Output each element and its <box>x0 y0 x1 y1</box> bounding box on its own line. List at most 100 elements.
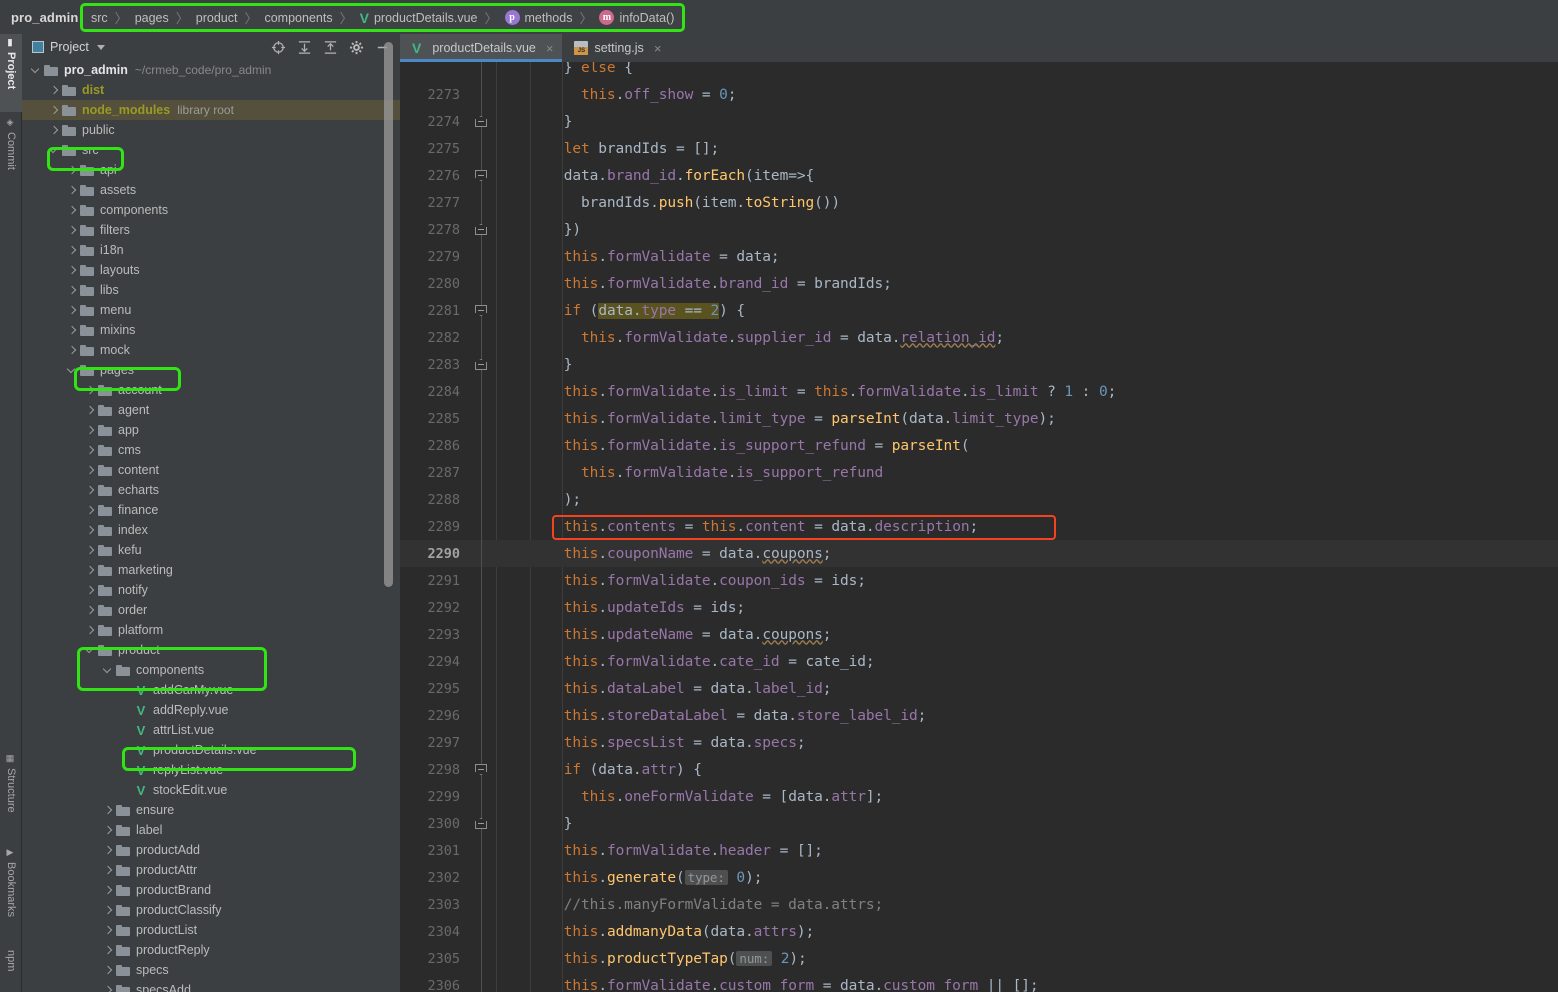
breadcrumb-item-product[interactable]: product <box>196 11 238 25</box>
chevron-down-icon[interactable] <box>96 44 105 50</box>
chevron-right-icon[interactable] <box>86 546 95 555</box>
chevron-right-icon[interactable] <box>50 86 59 95</box>
code-line[interactable]: 2277 brandIds.push(item.toString()) <box>400 189 1558 216</box>
chevron-right-icon[interactable] <box>86 386 95 395</box>
chevron-down-icon[interactable] <box>86 646 95 655</box>
gear-icon[interactable] <box>349 40 364 55</box>
code-line[interactable]: 2273 this.off_show = 0; <box>400 81 1558 108</box>
editor-gutter[interactable] <box>468 648 496 675</box>
code-editor[interactable]: } else {2273 this.off_show = 0; 2274 } 227… <box>400 62 1558 992</box>
tree-row[interactable]: marketing <box>22 560 400 580</box>
editor-gutter[interactable] <box>468 594 496 621</box>
editor-gutter[interactable] <box>468 621 496 648</box>
code-line[interactable]: 2296 this.storeDataLabel = data.store_la… <box>400 702 1558 729</box>
code-line[interactable]: 2276 data.brand_id.forEach(item=>{ <box>400 162 1558 189</box>
editor-gutter[interactable] <box>468 405 496 432</box>
chevron-right-icon[interactable] <box>86 586 95 595</box>
tree-row[interactable]: product <box>22 640 400 660</box>
chevron-right-icon[interactable] <box>68 166 77 175</box>
breadcrumb-item-infodata-[interactable]: m infoData() <box>599 10 674 25</box>
chevron-right-icon[interactable] <box>86 466 95 475</box>
tree-row[interactable]: productReply <box>22 940 400 960</box>
editor-gutter[interactable] <box>468 432 496 459</box>
chevron-right-icon[interactable] <box>104 966 113 975</box>
editor-gutter[interactable] <box>468 702 496 729</box>
tree-row[interactable]: label <box>22 820 400 840</box>
chevron-right-icon[interactable] <box>86 406 95 415</box>
editor-gutter[interactable] <box>468 81 496 108</box>
code-line[interactable]: 2289 this.contents = this.content = data… <box>400 513 1558 540</box>
code-line[interactable]: 2290 this.couponName = data.coupons; <box>400 540 1558 567</box>
code-line[interactable]: 2299 this.oneFormValidate = [data.attr]; <box>400 783 1558 810</box>
tree-row[interactable]: kefu <box>22 540 400 560</box>
code-line[interactable]: 2301 this.formValidate.header = []; <box>400 837 1558 864</box>
editor-gutter[interactable] <box>468 297 496 324</box>
editor-gutter[interactable] <box>468 837 496 864</box>
chevron-right-icon[interactable] <box>104 826 113 835</box>
tree-row[interactable]: mock <box>22 340 400 360</box>
close-icon[interactable]: × <box>546 41 554 56</box>
code-line[interactable]: 2295 this.dataLabel = data.label_id; <box>400 675 1558 702</box>
code-line[interactable]: 2285 this.formValidate.limit_type = pars… <box>400 405 1558 432</box>
editor-gutter[interactable] <box>468 513 496 540</box>
code-line[interactable]: 2291 this.formValidate.coupon_ids = ids; <box>400 567 1558 594</box>
editor-gutter[interactable] <box>468 216 496 243</box>
chevron-right-icon[interactable] <box>68 286 77 295</box>
code-line[interactable]: 2274 } <box>400 108 1558 135</box>
code-line[interactable]: 2283 } <box>400 351 1558 378</box>
chevron-right-icon[interactable] <box>104 946 113 955</box>
editor-gutter[interactable] <box>468 945 496 972</box>
expand-all-icon[interactable] <box>297 40 312 55</box>
tree-row[interactable]: notify <box>22 580 400 600</box>
breadcrumb-item-pages[interactable]: pages <box>135 11 169 25</box>
editor-gutter[interactable] <box>468 135 496 162</box>
editor-gutter[interactable] <box>468 972 496 992</box>
code-line[interactable]: 2281 if (data.type == 2) { <box>400 297 1558 324</box>
tree-row[interactable]: cms <box>22 440 400 460</box>
chevron-right-icon[interactable] <box>68 206 77 215</box>
chevron-right-icon[interactable] <box>104 986 113 992</box>
editor-gutter[interactable] <box>468 783 496 810</box>
tree-row[interactable]: VproductDetails.vue <box>22 740 400 760</box>
tree-row[interactable]: index <box>22 520 400 540</box>
editor-gutter[interactable] <box>468 918 496 945</box>
tree-row[interactable]: api <box>22 160 400 180</box>
code-fold-icon[interactable] <box>475 764 487 775</box>
chevron-right-icon[interactable] <box>68 346 77 355</box>
tree-row[interactable]: i18n <box>22 240 400 260</box>
rail-item-structure[interactable]: ▦ Structure <box>0 750 22 838</box>
editor-gutter[interactable] <box>468 108 496 135</box>
chevron-down-icon[interactable] <box>68 366 77 375</box>
editor-gutter[interactable] <box>468 162 496 189</box>
code-line[interactable]: 2286 this.formValidate.is_support_refund… <box>400 432 1558 459</box>
tree-row[interactable]: VaddReply.vue <box>22 700 400 720</box>
rail-item-bookmarks[interactable]: ▶ Bookmarks <box>0 844 22 940</box>
editor-gutter[interactable] <box>468 756 496 783</box>
breadcrumb-item-productdetails-vue[interactable]: VproductDetails.vue <box>360 11 478 25</box>
code-line[interactable]: 2300 } <box>400 810 1558 837</box>
tree-row[interactable]: assets <box>22 180 400 200</box>
editor-gutter[interactable] <box>468 810 496 837</box>
chevron-right-icon[interactable] <box>68 266 77 275</box>
code-line[interactable]: } else { <box>400 62 1558 81</box>
tree-row[interactable]: menu <box>22 300 400 320</box>
editor-gutter[interactable] <box>468 189 496 216</box>
code-line[interactable]: 2304 this.addmanyData(data.attrs); <box>400 918 1558 945</box>
editor-tab-productdetails-vue[interactable]: VproductDetails.vue × <box>400 34 563 62</box>
breadcrumb-item-components[interactable]: components <box>264 11 332 25</box>
tree-row[interactable]: account <box>22 380 400 400</box>
chevron-right-icon[interactable] <box>68 246 77 255</box>
chevron-down-icon[interactable] <box>50 146 59 155</box>
tree-row[interactable]: mixins <box>22 320 400 340</box>
tree-row[interactable]: ensure <box>22 800 400 820</box>
tree-row[interactable]: VstockEdit.vue <box>22 780 400 800</box>
editor-gutter[interactable] <box>468 891 496 918</box>
code-fold-icon[interactable] <box>475 818 487 829</box>
code-line[interactable]: 2278 }) <box>400 216 1558 243</box>
tree-row[interactable]: libs <box>22 280 400 300</box>
code-line[interactable]: 2282 this.formValidate.supplier_id = dat… <box>400 324 1558 351</box>
code-line[interactable]: 2280 this.formValidate.brand_id = brandI… <box>400 270 1558 297</box>
chevron-right-icon[interactable] <box>86 626 95 635</box>
tree-row[interactable]: VreplyList.vue <box>22 760 400 780</box>
chevron-right-icon[interactable] <box>86 566 95 575</box>
